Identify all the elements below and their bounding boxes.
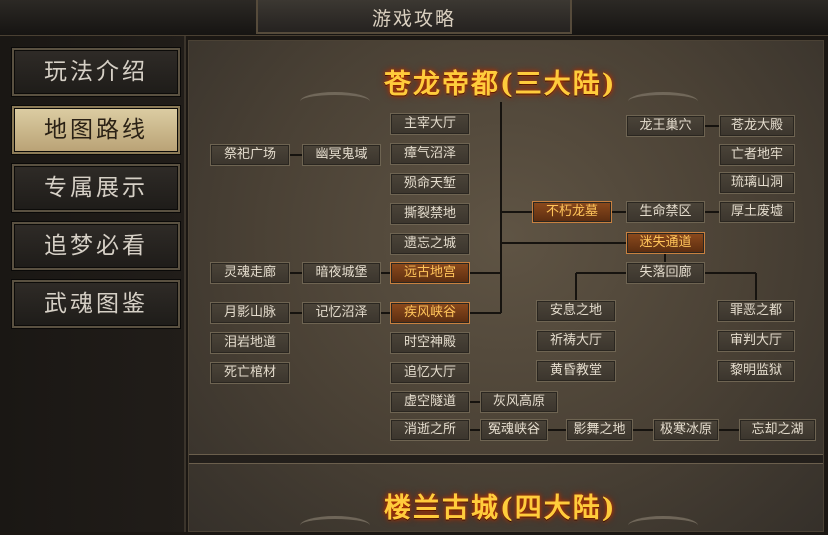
location-node[interactable]: 审判大厅	[717, 330, 795, 352]
location-node[interactable]: 亡者地牢	[719, 144, 795, 166]
location-node-highlighted[interactable]: 疾风峡谷	[390, 302, 470, 324]
location-node[interactable]: 黄昏教堂	[536, 360, 616, 382]
location-node[interactable]: 瘴气沼泽	[390, 143, 470, 165]
location-node-highlighted[interactable]: 迷失通道	[626, 232, 705, 254]
location-node[interactable]: 殒命天堑	[390, 173, 470, 195]
location-node[interactable]: 灵魂走廊	[210, 262, 290, 284]
location-node[interactable]: 时空神殿	[390, 332, 470, 354]
location-node[interactable]: 泪岩地道	[210, 332, 290, 354]
location-node[interactable]: 祭祀广场	[210, 144, 290, 166]
location-node[interactable]: 消逝之所	[390, 419, 470, 441]
location-node[interactable]: 暗夜城堡	[302, 262, 381, 284]
location-node[interactable]: 灰风高原	[480, 391, 558, 413]
location-node-highlighted[interactable]: 不朽龙墓	[532, 201, 612, 223]
location-node[interactable]: 罪恶之都	[717, 300, 795, 322]
location-node[interactable]: 生命禁区	[626, 201, 705, 223]
location-node[interactable]: 影舞之地	[566, 419, 633, 441]
location-node[interactable]: 厚土废墟	[719, 201, 795, 223]
location-node[interactable]: 龙王巢穴	[626, 115, 705, 137]
location-node[interactable]: 撕裂禁地	[390, 203, 470, 225]
location-node[interactable]: 死亡棺材	[210, 362, 290, 384]
location-node[interactable]: 忘却之湖	[739, 419, 816, 441]
location-node[interactable]: 冤魂峡谷	[480, 419, 548, 441]
location-node[interactable]: 苍龙大殿	[719, 115, 795, 137]
location-node[interactable]: 幽冥鬼域	[302, 144, 381, 166]
location-node[interactable]: 追忆大厅	[390, 362, 470, 384]
location-node[interactable]: 祈祷大厅	[536, 330, 616, 352]
location-node[interactable]: 主宰大厅	[390, 113, 470, 135]
location-node[interactable]: 记忆沼泽	[302, 302, 381, 324]
location-node[interactable]: 遗忘之城	[390, 233, 470, 255]
location-node[interactable]: 黎明监狱	[717, 360, 795, 382]
location-node[interactable]: 虚空隧道	[390, 391, 470, 413]
location-node[interactable]: 琉璃山洞	[719, 172, 795, 194]
location-node[interactable]: 安息之地	[536, 300, 616, 322]
location-node-highlighted[interactable]: 远古地宫	[390, 262, 470, 284]
location-node[interactable]: 失落回廊	[626, 262, 705, 284]
location-node[interactable]: 月影山脉	[210, 302, 290, 324]
location-node[interactable]: 极寒冰原	[653, 419, 719, 441]
